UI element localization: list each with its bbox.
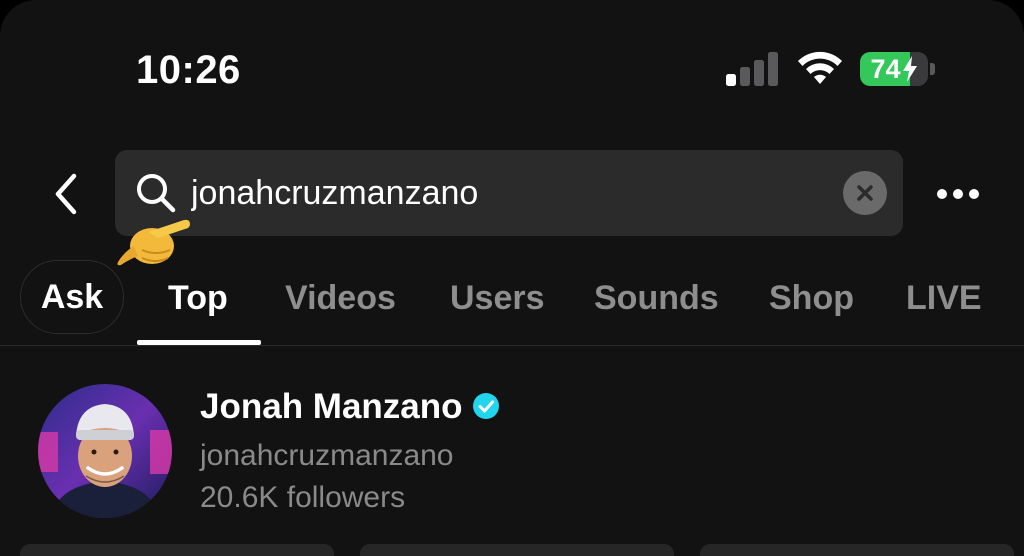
battery-level: 74 [870,53,901,84]
battery-indicator: 74 [860,52,936,86]
tab-top[interactable]: Top [168,278,228,318]
search-tabs: Ask Top Videos Users Sounds Shop LIVE [0,258,1024,346]
ask-chip-label: Ask [40,277,104,316]
tab-users[interactable]: Users [450,278,545,318]
clear-search-button[interactable] [843,171,887,215]
video-thumbnail[interactable] [360,544,674,556]
user-handle: jonahcruzmanzano [200,439,454,472]
app-screen: 10:26 74 jonahcruzmanzano Ask Top Videos… [0,0,1024,556]
tabs-divider [0,345,1024,346]
clear-icon [857,185,873,201]
verified-badge-icon [473,393,499,419]
user-name: Jonah Manzano [200,387,463,426]
tab-live[interactable]: LIVE [906,278,982,318]
video-thumbnail[interactable] [20,544,334,556]
user-followers: 20.6K followers [200,481,406,514]
chevron-left-icon [55,173,77,215]
more-options-button[interactable] [930,172,986,216]
ask-chip[interactable]: Ask [20,260,124,334]
tab-sounds[interactable]: Sounds [594,278,719,318]
cellular-signal-icon [726,52,778,86]
status-time: 10:26 [136,48,241,92]
avatar[interactable] [38,384,172,518]
search-bar[interactable] [115,150,903,236]
wifi-icon [798,51,842,84]
back-button[interactable] [44,166,88,222]
more-icon [937,189,979,199]
charging-bolt-icon [902,56,917,82]
search-input[interactable] [191,170,821,216]
tab-videos[interactable]: Videos [285,278,396,318]
video-thumbnail[interactable] [700,544,1014,556]
tab-shop[interactable]: Shop [769,278,854,318]
user-result-row[interactable]: Jonah Manzano jonahcruzmanzano 20.6K fol… [0,370,1024,530]
battery-cap [930,63,935,75]
